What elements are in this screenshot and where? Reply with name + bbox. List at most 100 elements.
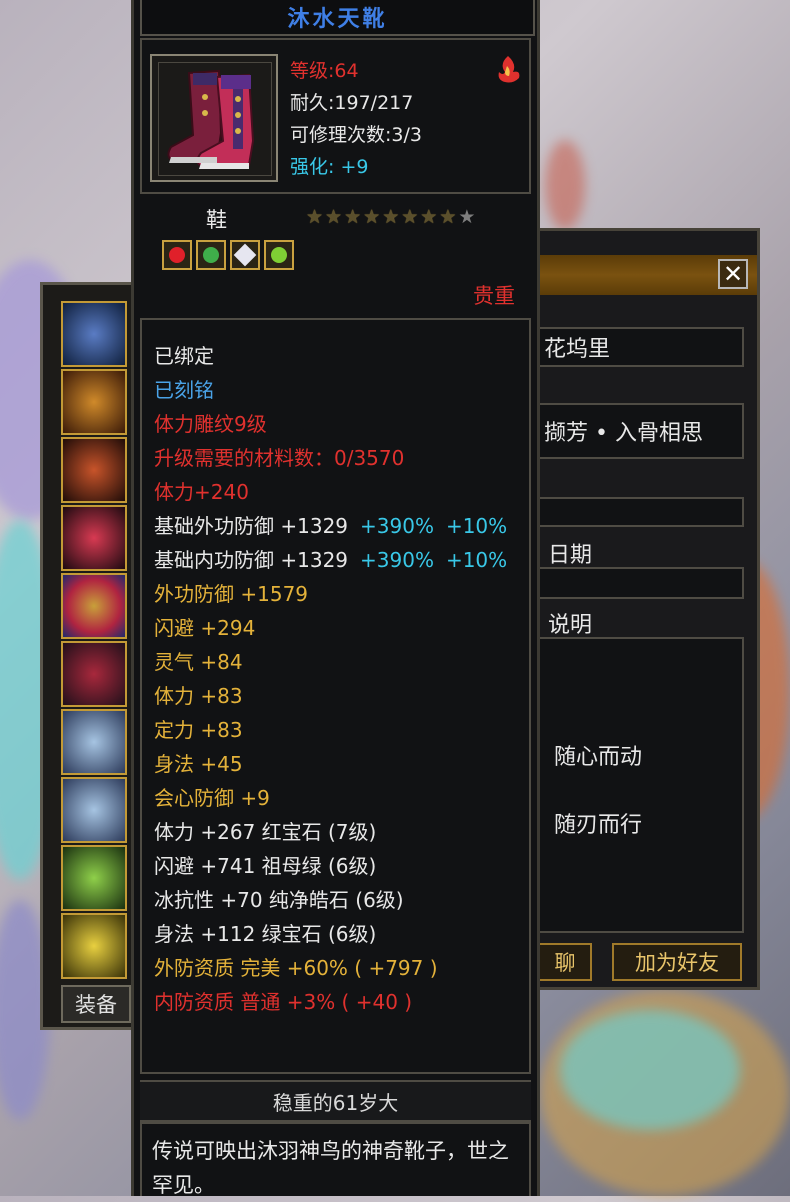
- item-durability: 耐久:197/217: [290, 92, 414, 114]
- property-text: 体力 +83: [154, 684, 243, 708]
- item-repair-count: 可修理次数:3/3: [290, 124, 422, 146]
- item-description: 传说可映出沐羽神鸟的神奇靴子，世之罕见。: [140, 1122, 531, 1197]
- property-text: 会心防御 +9: [154, 786, 270, 810]
- property-line: 体力 +83: [154, 680, 243, 709]
- property-line: 灵气 +84: [154, 646, 243, 675]
- title-field-text: 撷芳 • 入骨相思: [544, 421, 703, 446]
- engraving-text: 稳重的61岁大: [272, 1090, 399, 1115]
- property-line: 会心防御 +9: [154, 782, 270, 811]
- description-box: [540, 637, 744, 933]
- equip-slot-shoulder[interactable]: [61, 369, 127, 435]
- item-header: 等级:64 耐久:197/217 可修理次数:3/3 强化: +9: [140, 38, 531, 194]
- description-text: 传说可映出沐羽神鸟的神奇靴子，世之罕见。: [152, 1139, 509, 1197]
- property-text: 冰抗性 +70 纯净皓石 (6级): [154, 888, 404, 912]
- equip-slot-accessory[interactable]: [61, 913, 127, 979]
- star-icon: ★: [363, 206, 381, 228]
- item-slot-label: 鞋: [206, 208, 227, 232]
- property-text: 已刻铭: [154, 378, 214, 402]
- item-enhance: 强化: +9: [290, 156, 369, 178]
- item-meta-row: 鞋 ★ ★ ★ ★ ★ ★ ★ ★ ★ 贵重: [146, 200, 531, 308]
- property-text: 体力 +267 红宝石 (7级): [154, 820, 377, 844]
- property-text: 身法 +112 绿宝石 (6级): [154, 922, 377, 946]
- property-line: 基础外功防御 +1329 +390% +10%: [154, 510, 507, 539]
- chat-button[interactable]: 聊: [538, 943, 592, 981]
- property-text: 基础内功防御 +1329: [154, 548, 349, 572]
- property-line: 定力 +83: [154, 714, 243, 743]
- socket-emerald-icon: [196, 240, 226, 270]
- property-bonus-extra: +10%: [445, 548, 508, 572]
- equip-slot-gloves[interactable]: [61, 505, 127, 571]
- date-field: [540, 567, 744, 599]
- star-icon: ★: [458, 206, 476, 228]
- property-line: 身法 +45: [154, 748, 243, 777]
- equip-slot-ring-1[interactable]: [61, 709, 127, 775]
- property-list: 已绑定已刻铭体力雕纹9级升级需要的材料数：0/3570 体力+240 基础外功防御 …: [140, 318, 531, 1074]
- add-friend-button[interactable]: 加为好友: [612, 943, 742, 981]
- socket-jade-icon: [264, 240, 294, 270]
- date-label: 日期: [548, 543, 593, 568]
- item-thumbnail: [150, 54, 278, 182]
- property-line: 冰抗性 +70 纯净皓石 (6级): [154, 884, 404, 913]
- property-line: 基础内功防御 +1329 +390% +10%: [154, 544, 507, 573]
- equip-slot-bracer[interactable]: [61, 437, 127, 503]
- property-line: 外防资质 完美 +60% ( +797 ): [154, 952, 438, 981]
- title-field: 撷芳 • 入骨相思: [540, 403, 744, 459]
- item-tooltip: 沐水天靴 等级:64 耐久:197/217 可修理次数:3/3 强化: +9 鞋…: [131, 0, 540, 1197]
- property-text: 升级需要的材料数：0/3570: [154, 446, 405, 470]
- equip-tab-button[interactable]: 装备: [61, 985, 131, 1023]
- star-icon: ★: [344, 206, 362, 228]
- property-line: 已绑定: [154, 340, 214, 369]
- boots-icon: [167, 69, 255, 169]
- binding-label: 贵重: [473, 284, 515, 308]
- star-icon: ★: [439, 206, 457, 228]
- guild-field-text: 花坞里: [544, 337, 611, 362]
- property-text: 基础外功防御 +1329: [154, 514, 349, 538]
- property-text: 身法 +45: [154, 752, 243, 776]
- property-line: 体力 +267 红宝石 (7级): [154, 816, 376, 845]
- property-bonus-percent: +390%: [360, 514, 434, 538]
- property-text: 已绑定: [154, 344, 214, 368]
- signature-line-1: 随心而动: [554, 745, 643, 770]
- signature-line-2: 随刃而行: [554, 813, 643, 838]
- equip-slot-ring-2[interactable]: [61, 777, 127, 843]
- property-text: 闪避 +294: [154, 616, 256, 640]
- equip-slot-amulet[interactable]: [61, 845, 127, 911]
- property-text: 定力 +83: [154, 718, 243, 742]
- close-button[interactable]: ✕: [718, 259, 748, 289]
- star-icon: ★: [382, 206, 400, 228]
- property-line: 体力+240: [154, 476, 249, 505]
- equip-slot-boots[interactable]: [61, 641, 127, 707]
- star-icon: ★: [306, 206, 324, 228]
- player-info-panel: ✕ 花坞里 撷芳 • 入骨相思 日期 说明 随心而动 随刃而行 聊 加为好友: [538, 228, 760, 990]
- socket-diamond-icon: [230, 240, 260, 270]
- property-text: 体力雕纹9级: [154, 412, 267, 436]
- info-field: [540, 497, 744, 527]
- property-line: 体力雕纹9级: [154, 408, 267, 437]
- property-line: 外功防御 +1579: [154, 578, 308, 607]
- item-name: 沐水天靴: [287, 7, 388, 32]
- engraving-mark: 稳重的61岁大: [140, 1080, 531, 1122]
- property-bonus-percent: +390%: [360, 548, 434, 572]
- property-text: 外功防御 +1579: [154, 582, 309, 606]
- property-bonus-extra: +10%: [445, 514, 508, 538]
- property-text: 内防资质 普通 +3% ( +40 ): [154, 990, 413, 1014]
- flame-icon: [498, 56, 520, 83]
- property-text: 体力+240: [154, 480, 249, 504]
- property-line: 已刻铭: [154, 374, 214, 403]
- property-text: 闪避 +741 祖母绿 (6级): [154, 854, 377, 878]
- property-line: 闪避 +741 祖母绿 (6级): [154, 850, 376, 879]
- property-line: 内防资质 普通 +3% ( +40 ): [154, 986, 412, 1015]
- property-text: 灵气 +84: [154, 650, 243, 674]
- star-icon: ★: [401, 206, 419, 228]
- star-icon: ★: [420, 206, 438, 228]
- star-rating: ★ ★ ★ ★ ★ ★ ★ ★ ★: [306, 206, 475, 228]
- equip-slot-helmet[interactable]: [61, 301, 127, 367]
- property-text: 外防资质 完美 +60% ( +797 ): [154, 956, 438, 980]
- equipment-strip: 装备: [40, 282, 134, 1030]
- equip-slot-armor[interactable]: [61, 573, 127, 639]
- item-level: 等级:64: [290, 60, 359, 82]
- star-icon: ★: [325, 206, 343, 228]
- socket-ruby-icon: [162, 240, 192, 270]
- guild-field: 花坞里: [540, 327, 744, 367]
- title-bar: 沐水天靴: [140, 0, 535, 36]
